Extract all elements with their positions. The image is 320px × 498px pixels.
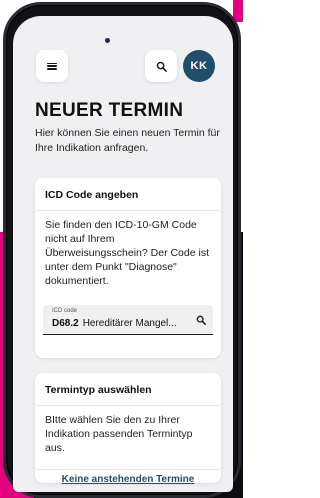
icd-code-value: D68.2 bbox=[52, 318, 79, 329]
card-divider bbox=[35, 405, 221, 406]
termintyp-card-description: BItte wählen Sie den zu Ihrer Indikation… bbox=[45, 414, 193, 454]
icd-card-description: Sie finden den ICD-10-GM Code nicht auf … bbox=[45, 219, 209, 287]
search-button[interactable] bbox=[145, 50, 177, 82]
camera-dot bbox=[105, 38, 110, 43]
page-subtitle: Hier können Sie einen neuen Termin für I… bbox=[35, 127, 220, 154]
search-icon bbox=[156, 61, 167, 72]
termintyp-card: Termintyp auswählen BItte wählen Sie den… bbox=[35, 373, 221, 485]
hamburger-menu-icon bbox=[47, 62, 57, 70]
icd-field-value[interactable]: D68.2 Hereditärer Mangel... bbox=[52, 318, 190, 329]
icd-field-label: ICD code bbox=[52, 308, 78, 314]
icd-card-title: ICD Code angeben bbox=[45, 189, 139, 201]
icd-code-field[interactable]: ICD code D68.2 Hereditärer Mangel... bbox=[43, 305, 213, 335]
search-icon[interactable] bbox=[196, 315, 206, 325]
termintyp-card-title: Termintyp auswählen bbox=[45, 384, 152, 396]
app-header: KK bbox=[20, 46, 220, 82]
user-avatar[interactable]: KK bbox=[183, 50, 215, 82]
icd-code-card: ICD Code angeben Sie finden den ICD-10-G… bbox=[35, 178, 221, 358]
card-divider bbox=[35, 210, 221, 211]
card-divider bbox=[35, 469, 221, 470]
icd-diagnosis-text: Hereditärer Mangel... bbox=[82, 318, 177, 329]
menu-button[interactable] bbox=[36, 50, 68, 82]
page-title: NEUER TERMIN bbox=[35, 100, 184, 121]
no-upcoming-appointments-link[interactable]: Keine anstehenden Termine bbox=[35, 474, 221, 485]
